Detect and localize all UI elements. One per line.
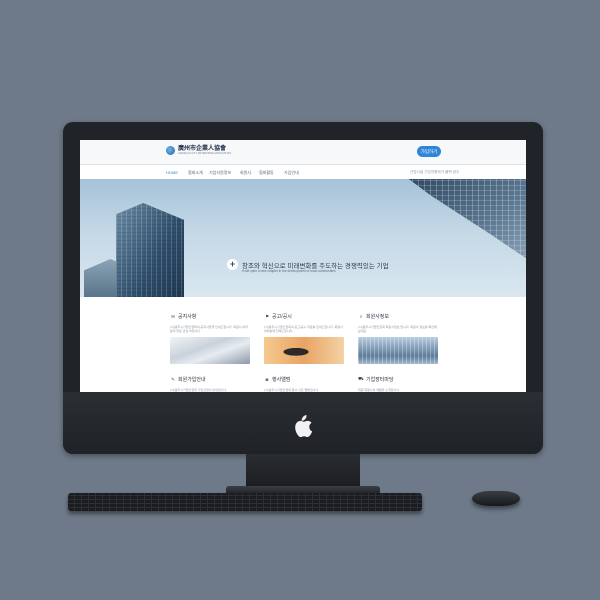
logo-emblem-icon [166,146,175,156]
site-header: 廣州市企業人協會 GWANGJU CITY ENTERPRISE ASSOCIA… [80,140,526,164]
card-text: 회원 회원사의 제품을 소개합니다. [358,388,400,392]
plus-icon[interactable]: + [227,259,238,270]
card-announcement[interactable]: ⚑ 공고/공시 (사)광주시기업인협회의 공고/공시 자료를 안내드립니다. 회원… [264,313,344,364]
speech-bubbles-icon: ✉ [171,313,175,319]
hero-building-right [406,179,526,261]
nav-item-activities[interactable]: 협회활동 [259,170,274,176]
card-title: 공지사항 [178,314,197,320]
main-nav: HOME 협회소개 기업지원정보 회원사 협회활동 가입안내 산업시설 기업지원… [80,164,526,180]
card-title: 공고/공시 [272,314,292,320]
nav-item-members[interactable]: 회원사 [240,170,251,176]
card-title: 회원사정보 [366,314,390,320]
nav-item-home[interactable]: HOME [166,170,178,175]
nav-right-text: 산업시설 기업지원하기 플랫 광주 [410,170,460,174]
card-title: 행사앨범 [272,377,291,383]
content-area: ✉ 공지사항 (사)광주시기업인협회의 공지사항을 안내드립니다. 회원사 여러분… [80,297,526,392]
card-text: (사)광주시기업인협회의 공고/공시 자료를 안내드립니다. 회원사 여러분께 … [264,325,343,333]
card-title: 회원가입안내 [178,377,206,383]
card-text: (사)광주시기업인협회의 공지사항을 안내드립니다. 회원사 여러분의 많은 관… [170,325,248,333]
card-market[interactable]: ⛟ 기업장터마당 회원 회원사의 제품을 소개합니다. [358,376,438,392]
mouse [472,491,520,506]
apple-logo-icon [295,415,313,438]
pencil-icon: ✎ [171,376,175,382]
card-join[interactable]: ✎ 회원가입안내 (사)광주시기업인협회 가입신청서 안내입니다. [170,376,250,393]
nav-item-about[interactable]: 협회소개 [188,170,203,176]
microphone-photo[interactable] [264,337,344,364]
flag-icon: ⚑ [264,313,270,319]
card-text: (사)광주시기업인협회 가입신청서 안내입니다. [170,388,227,392]
hero-building-left [116,203,184,297]
hero-subtitle: It will open a new chapter in the develo… [242,269,336,273]
card-members[interactable]: ⌕ 회원사정보 (사)광주시기업인협회 회원사정보 입니다. 회원사 정보를 확인… [358,313,438,364]
card-text: (사)광주시기업인협회 회원사정보 입니다. 회원사 정보를 확인해 보세요. [358,325,437,333]
website-screen: 廣州市企業人協會 GWANGJU CITY ENTERPRISE ASSOCIA… [80,140,526,392]
site-logo[interactable]: 廣州市企業人協會 GWANGJU CITY ENTERPRISE ASSOCIA… [166,146,231,156]
join-button[interactable]: 가입하기 [417,146,441,157]
search-icon: ⌕ [359,314,363,319]
nav-item-support[interactable]: 기업지원정보 [209,170,231,176]
logo-english-text: GWANGJU CITY ENTERPRISE ASSOCIATION [178,152,232,155]
nav-item-join-guide[interactable]: 가입안내 [284,170,299,176]
card-album[interactable]: ◙ 행사앨범 (사)광주시기업인협회 행사 사진 앨범입니다. [264,376,344,392]
documents-photo[interactable] [170,337,250,364]
monitor-stand [246,454,360,490]
card-text: (사)광주시기업인협회 행사 사진 앨범입니다. [264,388,320,392]
card-title: 기업장터마당 [366,377,394,383]
building-photo[interactable] [358,337,438,364]
camera-icon: ◙ [265,377,269,382]
card-notice[interactable]: ✉ 공지사항 (사)광주시기업인협회의 공지사항을 안내드립니다. 회원사 여러분… [170,313,250,364]
keyboard [68,493,422,511]
hero-banner: + 창조와 혁신으로 미래변화를 주도하는 경쟁력있는 기업 It will o… [80,179,526,297]
cart-icon: ⛟ [358,376,364,381]
